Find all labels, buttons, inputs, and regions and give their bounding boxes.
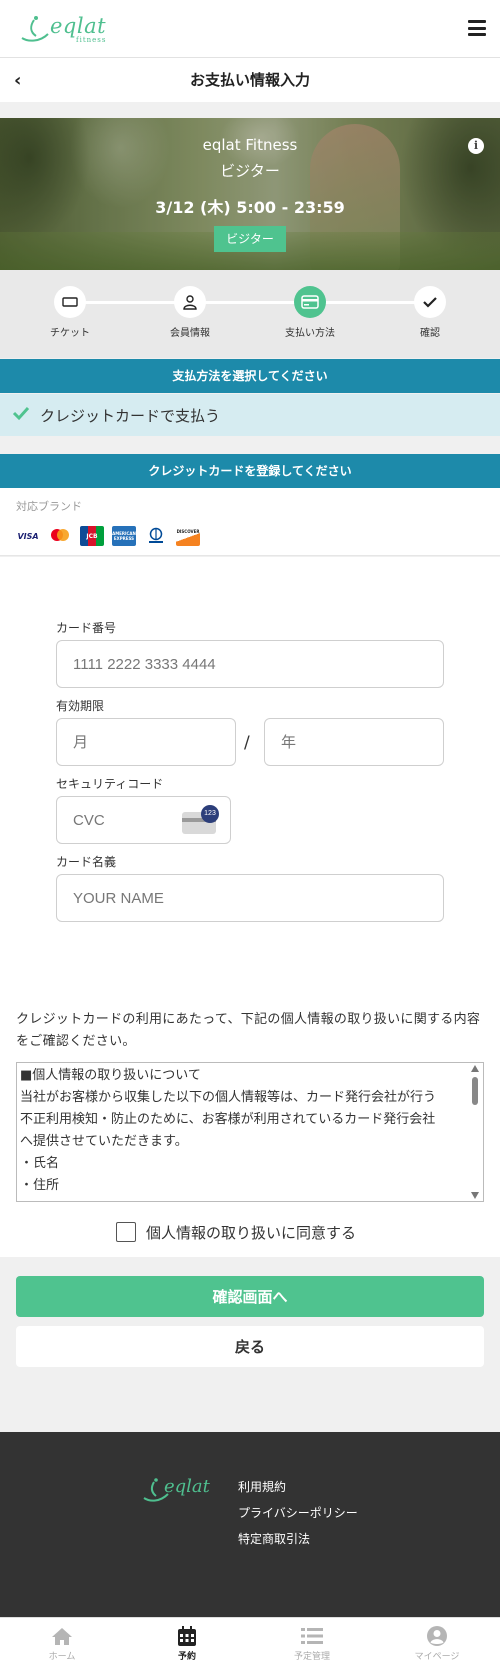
- plan-name: ビジター: [220, 162, 280, 180]
- jcb-logo-icon: JCB: [80, 526, 104, 546]
- check-icon: [12, 406, 30, 421]
- tab-label: ホーム: [48, 1652, 76, 1662]
- scroll-thumb[interactable]: [472, 1077, 478, 1105]
- step-label: 支払い方法: [285, 328, 335, 339]
- commercial-law-link[interactable]: 特定商取引法: [238, 1530, 310, 1547]
- privacy-line: ■個人情報の取り扱いについて: [20, 1068, 201, 1083]
- studio-name: eqlat Fitness: [202, 136, 298, 154]
- privacy-line: 当社がお客様から収集した以下の個人情報等は、カード発行会社が行う: [20, 1090, 437, 1105]
- card-number-input[interactable]: [56, 640, 444, 688]
- privacy-line: ・氏名: [20, 1156, 60, 1171]
- terms-link[interactable]: 利用規約: [238, 1478, 286, 1495]
- cvc-card-icon: 123: [182, 805, 219, 834]
- expiry-month-input[interactable]: [56, 718, 236, 766]
- visa-logo-icon: VISA: [17, 531, 39, 541]
- payment-method-heading: 支払方法を選択してください: [0, 359, 500, 393]
- card-brands: 対応ブランド VISA JCB AMERICAN EXPRESS DISCOVE…: [0, 488, 500, 556]
- check-icon: [423, 297, 437, 308]
- card-number-label: カード番号: [56, 621, 117, 635]
- info-icon[interactable]: i: [468, 138, 484, 154]
- privacy-line: へ提供させていただきます。: [20, 1134, 188, 1149]
- discover-logo-icon: DISCOVER: [176, 526, 200, 546]
- diners-club-logo-icon: [144, 526, 168, 546]
- credit-card-payment-option[interactable]: クレジットカードで支払う: [0, 394, 500, 436]
- card-form: カード番号 有効期限 / セキュリティコード 123 カード名義 クレジットカー…: [0, 557, 500, 1257]
- back-button[interactable]: 戻る: [16, 1326, 484, 1367]
- privacy-intro: クレジットカードの利用にあたって、下記の個人情報の取り扱いに関する内容をご確認く…: [16, 1012, 481, 1049]
- brands-title: 対応ブランド: [16, 500, 82, 513]
- footer-logo[interactable]: eqlat: [140, 1476, 224, 1506]
- credit-card-icon: [301, 295, 319, 309]
- logo-text: eqlat: [50, 14, 107, 38]
- step-member-info: 会員情報: [150, 286, 230, 339]
- tab-label: 予約: [177, 1652, 196, 1662]
- card-name-label: カード名義: [56, 855, 117, 869]
- step-label: 会員情報: [170, 328, 210, 339]
- home-icon: [52, 1628, 72, 1645]
- mastercard-logo-icon: [48, 526, 72, 546]
- expiry-separator: /: [244, 733, 250, 753]
- app-header: eqlat fitness: [0, 0, 500, 58]
- privacy-scrollbar[interactable]: [469, 1063, 481, 1201]
- privacy-policy-box[interactable]: ■個人情報の取り扱いについて 当社がお客様から収集した以下の個人情報等は、カード…: [16, 1062, 484, 1202]
- eqlat-logo[interactable]: eqlat fitness: [14, 12, 114, 46]
- confirm-button[interactable]: 確認画面へ: [16, 1276, 484, 1317]
- step-payment-method: 支払い方法: [270, 286, 350, 339]
- register-card-heading: クレジットカードを登録してください: [0, 454, 500, 488]
- privacy-line: ・住所: [20, 1178, 60, 1193]
- cvc-hint: 123: [201, 805, 219, 823]
- logo-mark-icon: [21, 16, 49, 42]
- site-footer: eqlat 利用規約 プライバシーポリシー 特定商取引法: [0, 1432, 500, 1617]
- footer-logo-text: eqlat: [164, 1476, 210, 1497]
- hamburger-menu-icon[interactable]: [468, 20, 486, 36]
- ticket-icon: [62, 297, 78, 307]
- tab-label: 予定管理: [293, 1652, 330, 1662]
- step-label: 確認: [420, 328, 440, 339]
- privacy-policy-link[interactable]: プライバシーポリシー: [238, 1504, 358, 1521]
- plan-badge: ビジター: [214, 226, 286, 252]
- privacy-agree-label: 個人情報の取り扱いに同意する: [146, 1224, 357, 1242]
- calendar-icon: [178, 1625, 196, 1646]
- tab-label: マイページ: [414, 1652, 460, 1662]
- bottom-tab-bar: ホーム 予約 予定管理 マイページ: [0, 1617, 500, 1668]
- expiry-label: 有効期限: [56, 699, 105, 713]
- logo-subtext: fitness: [76, 36, 107, 44]
- scroll-down-arrow-icon[interactable]: [471, 1192, 479, 1199]
- page-titlebar: ‹ お支払い情報入力: [0, 58, 500, 102]
- page-title: お支払い情報入力: [189, 71, 310, 89]
- user-circle-icon: [427, 1626, 447, 1646]
- privacy-line: 不正利用検知・防止のために、お客様が利用されているカード発行会社: [20, 1112, 436, 1127]
- stepper-line: [70, 301, 430, 304]
- card-name-input[interactable]: [56, 874, 444, 922]
- step-ticket: チケット: [30, 286, 110, 339]
- tab-mypage[interactable]: マイページ: [397, 1624, 477, 1662]
- amex-logo-icon: AMERICAN EXPRESS: [112, 526, 136, 546]
- scroll-up-arrow-icon[interactable]: [471, 1065, 479, 1072]
- tab-schedule[interactable]: 予定管理: [272, 1624, 352, 1662]
- person-icon: [183, 295, 197, 310]
- cvc-label: セキュリティコード: [56, 777, 164, 791]
- list-icon: [301, 1628, 323, 1644]
- step-label: チケット: [50, 328, 90, 339]
- payment-option-label: クレジットカードで支払う: [40, 407, 221, 425]
- progress-stepper: チケット 会員情報 支払い方法 確認: [0, 270, 500, 358]
- event-datetime: 3/12 (木) 5:00 - 23:59: [155, 198, 345, 217]
- expiry-year-input[interactable]: [264, 718, 444, 766]
- event-hero: eqlat Fitness ビジター 3/12 (木) 5:00 - 23:59…: [0, 118, 500, 270]
- privacy-agree-checkbox[interactable]: [116, 1222, 136, 1242]
- tab-home[interactable]: ホーム: [22, 1624, 102, 1662]
- step-confirm: 確認: [390, 286, 470, 339]
- tab-reservation[interactable]: 予約: [147, 1624, 227, 1662]
